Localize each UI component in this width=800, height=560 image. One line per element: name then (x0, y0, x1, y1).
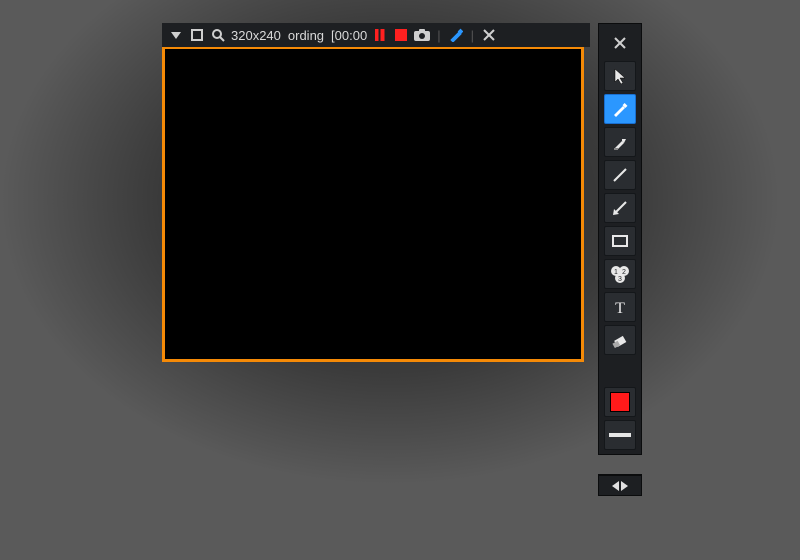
step-tool-button[interactable]: 1 2 3 (604, 259, 636, 289)
sidebar-footer (598, 474, 642, 496)
separator: | (469, 28, 476, 43)
close-sidebar-button[interactable] (604, 28, 636, 58)
status-fragment: ording (288, 28, 324, 43)
capture-region[interactable] (162, 46, 584, 362)
elapsed-time: [00:00 (331, 28, 367, 43)
svg-text:3: 3 (618, 276, 622, 283)
drawing-tool-sidebar: 1 2 3 T (598, 23, 642, 455)
capture-topbar: 320x240 ording [00:00 | | (162, 23, 590, 47)
stop-icon[interactable] (393, 27, 409, 43)
magnifier-icon[interactable] (210, 27, 226, 43)
rectangle-tool-button[interactable] (604, 226, 636, 256)
fullscreen-icon[interactable] (189, 27, 205, 43)
pencil-tool-button[interactable] (604, 94, 636, 124)
arrow-tool-button[interactable] (604, 193, 636, 223)
color-swatch-button[interactable] (604, 387, 636, 417)
eraser-tool-button[interactable] (604, 325, 636, 355)
close-capture-icon[interactable] (481, 27, 497, 43)
pause-icon[interactable] (372, 27, 388, 43)
line-tool-button[interactable] (604, 160, 636, 190)
camera-icon[interactable] (414, 27, 430, 43)
separator: | (435, 28, 442, 43)
color-swatch-icon (610, 392, 630, 412)
menu-dropdown-icon[interactable] (168, 27, 184, 43)
cursor-tool-button[interactable] (604, 61, 636, 91)
marker-tool-button[interactable] (604, 127, 636, 157)
arrow-left-icon[interactable] (612, 481, 619, 491)
text-tool-button[interactable]: T (604, 292, 636, 322)
arrow-right-icon[interactable] (621, 481, 628, 491)
draw-toggle-icon[interactable] (448, 27, 464, 43)
thickness-button[interactable] (604, 420, 636, 450)
resolution-label: 320x240 (231, 28, 281, 43)
thickness-icon (609, 433, 631, 437)
svg-text:T: T (615, 300, 625, 315)
